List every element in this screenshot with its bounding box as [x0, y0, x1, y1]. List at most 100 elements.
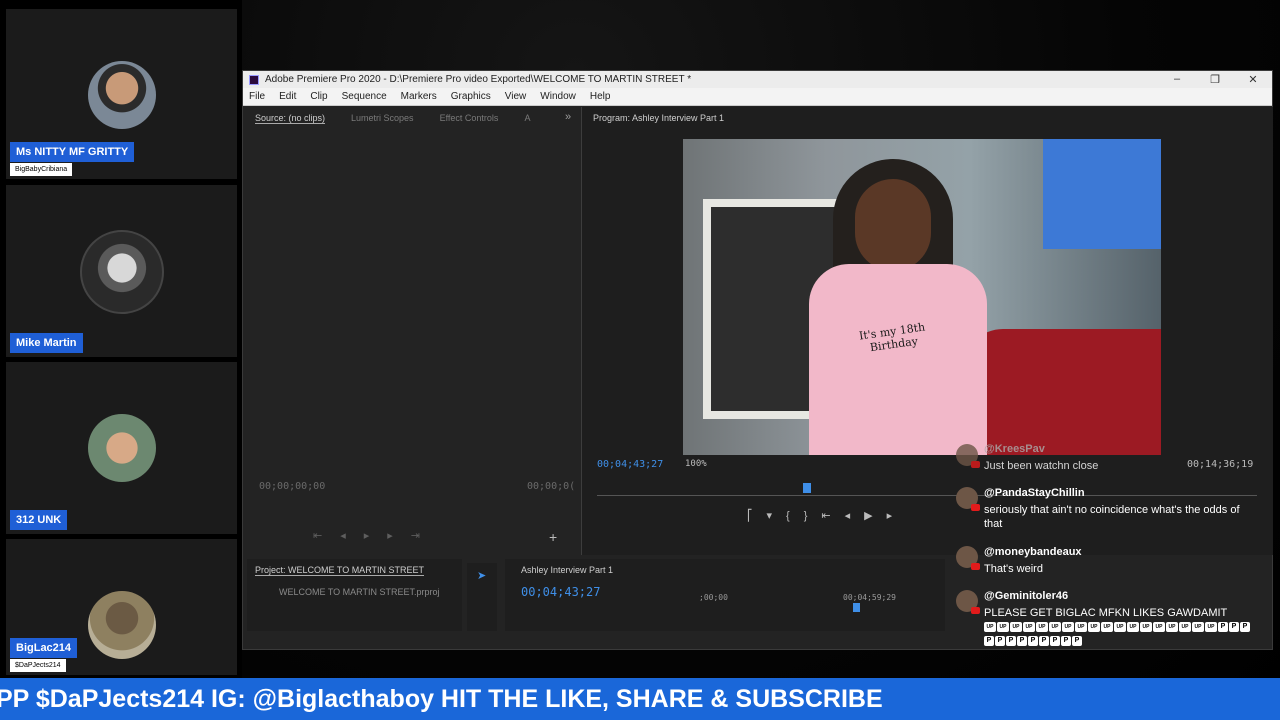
program-playhead[interactable]	[803, 483, 811, 493]
chat-avatar	[956, 546, 980, 570]
stream-overlay: Ms NITTY MF GRITTY BigBabyCribiana Mike …	[0, 0, 1280, 720]
chat-emote: UP	[1010, 622, 1022, 633]
guest-tile: BigLac214 $DaPJects214	[6, 539, 237, 675]
menu-bar: File Edit Clip Sequence Markers Graphics…	[243, 88, 1272, 106]
chat-emote: UP	[1127, 622, 1139, 633]
tab-lumetri-scopes[interactable]: Lumetri Scopes	[351, 113, 414, 123]
menu-help[interactable]: Help	[590, 91, 611, 102]
guest-panel: Ms NITTY MF GRITTY BigBabyCribiana Mike …	[0, 0, 242, 678]
project-file-name[interactable]: WELCOME TO MARTIN STREET.prproj	[279, 587, 440, 597]
chat-emote: UP	[1101, 622, 1113, 633]
program-zoom-select[interactable]: 100%	[685, 459, 707, 469]
chat-emote: UP	[1062, 622, 1074, 633]
chat-emote: UP	[1114, 622, 1126, 633]
chat-emotes: UP UP UP UP UP UP UP UP UP UP UP UP UP UP UP UP UP UP P P PP…	[984, 620, 1254, 648]
chat-user: @Geminitoler46	[984, 590, 1069, 602]
youtube-badge-icon	[971, 461, 980, 468]
chat-emote: UP	[1023, 622, 1035, 633]
menu-clip[interactable]: Clip	[310, 91, 327, 102]
program-playhead-timecode[interactable]: 00;04;43;27	[597, 459, 663, 470]
chat-emote-badge: P	[1218, 622, 1228, 633]
chat-emote-badge: P	[1028, 636, 1038, 647]
chat-emote-badge: P	[1072, 636, 1082, 647]
chat-emote: UP	[1140, 622, 1152, 633]
tab-effect-controls[interactable]: Effect Controls	[440, 113, 499, 123]
chat-emote: UP	[1036, 622, 1048, 633]
timeline-ruler-end: 00;04;59;29	[843, 593, 896, 602]
chat-emote-badge: P	[984, 636, 994, 647]
chat-user: @PandaStayChillin	[984, 487, 1085, 499]
guest-handle: BigBabyCribiana	[10, 163, 73, 176]
tab-source[interactable]: Source: (no clips)	[255, 113, 326, 124]
menu-window[interactable]: Window	[540, 91, 576, 102]
guest-avatar	[80, 230, 164, 314]
guest-tile: 312 UNK	[6, 362, 237, 534]
maximize-button[interactable]: ❐	[1196, 73, 1234, 86]
youtube-badge-icon	[971, 504, 980, 511]
chat-emote: UP	[984, 622, 996, 633]
timeline-tabs: Ashley Interview Part 1	[513, 559, 639, 581]
source-transport-controls[interactable]: ⇤◂▸▸⇥	[313, 529, 438, 542]
guest-name: Ms NITTY MF GRITTY	[10, 142, 135, 162]
chat-text: That's weird	[984, 563, 1043, 575]
tools-panel: ➤	[467, 563, 497, 631]
menu-file[interactable]: File	[249, 91, 265, 102]
chat-emote: UP	[1166, 622, 1178, 633]
chat-emote: UP	[1088, 622, 1100, 633]
guest-tile: Mike Martin	[6, 185, 237, 357]
menu-edit[interactable]: Edit	[279, 91, 296, 102]
chat-emote: UP	[1153, 622, 1165, 633]
tab-sequence[interactable]: Ashley Interview Part 1	[521, 565, 613, 575]
guest-name: Mike Martin	[10, 333, 83, 353]
guest-avatar	[88, 61, 156, 129]
chat-avatar	[956, 444, 980, 468]
tab-program[interactable]: Program: Ashley Interview Part 1	[593, 113, 724, 123]
chat-emote: UP	[1192, 622, 1204, 633]
youtube-badge-icon	[971, 607, 980, 614]
chat-text: Just been watchn close	[984, 460, 1099, 472]
close-button[interactable]: ✕	[1234, 73, 1272, 86]
menu-markers[interactable]: Markers	[401, 91, 437, 102]
menu-view[interactable]: View	[505, 91, 527, 102]
chat-emote-badge: P	[995, 636, 1005, 647]
tab-project[interactable]: Project: WELCOME TO MARTIN STREET	[255, 565, 425, 576]
chat-emote: UP	[997, 622, 1009, 633]
program-transport-controls[interactable]: ⎡▾{}⇤◂▶▸	[747, 509, 906, 522]
chat-user: @KreesPav	[984, 443, 1045, 455]
add-button-icon[interactable]: +	[549, 529, 557, 545]
ticker-text: PP $DaPJects214 IG: @Biglacthaboy HIT TH…	[0, 685, 883, 713]
window-title: Adobe Premiere Pro 2020 - D:\Premiere Pr…	[265, 74, 692, 85]
chat-emote: UP	[1179, 622, 1191, 633]
ticker-banner: PP $DaPJects214 IG: @Biglacthaboy HIT TH…	[0, 678, 1280, 720]
source-timecode: 00;00;00;00	[259, 481, 326, 492]
guest-tile: Ms NITTY MF GRITTY BigBabyCribiana	[6, 9, 237, 179]
guest-avatar	[88, 414, 156, 482]
guest-handle: $DaPJects214	[10, 659, 66, 672]
source-panel-tabs: Source: (no clips) Lumetri Scopes Effect…	[247, 107, 577, 129]
menu-sequence[interactable]: Sequence	[342, 91, 387, 102]
chat-emote-badge: P	[1061, 636, 1071, 647]
chat-avatar	[956, 487, 980, 511]
live-chat: @KreesPav Just been watchn close @PandaS…	[948, 438, 1274, 662]
chat-emote-badge: P	[1050, 636, 1060, 647]
program-video-frame[interactable]: It's my 18th Birthday	[683, 139, 1161, 455]
chat-emote: UP	[1205, 622, 1217, 633]
chat-emote: UP	[1049, 622, 1061, 633]
menu-graphics[interactable]: Graphics	[451, 91, 491, 102]
minimize-button[interactable]: –	[1158, 73, 1196, 86]
chat-emote-badge: P	[1229, 622, 1239, 633]
sequence-timecode[interactable]: 00;04;43;27	[521, 585, 600, 599]
chat-emote-badge: P	[1039, 636, 1049, 647]
premiere-logo-icon	[249, 74, 259, 85]
chat-emote-badge: P	[1240, 622, 1250, 633]
window-titlebar: Adobe Premiere Pro 2020 - D:\Premiere Pr…	[243, 71, 1272, 88]
chat-text: seriously that ain't no coincidence what…	[984, 504, 1240, 530]
source-duration: 00;00;0(	[527, 481, 576, 492]
chat-user: @moneybandeaux	[984, 546, 1082, 558]
tab-audio[interactable]: A	[524, 113, 530, 123]
project-panel-tabs: Project: WELCOME TO MARTIN STREET	[247, 559, 450, 581]
guest-name: 312 UNK	[10, 510, 68, 530]
panel-overflow-icon[interactable]: »	[565, 111, 571, 123]
selection-tool-icon[interactable]: ➤	[477, 569, 486, 582]
timeline-playhead[interactable]	[853, 603, 860, 612]
